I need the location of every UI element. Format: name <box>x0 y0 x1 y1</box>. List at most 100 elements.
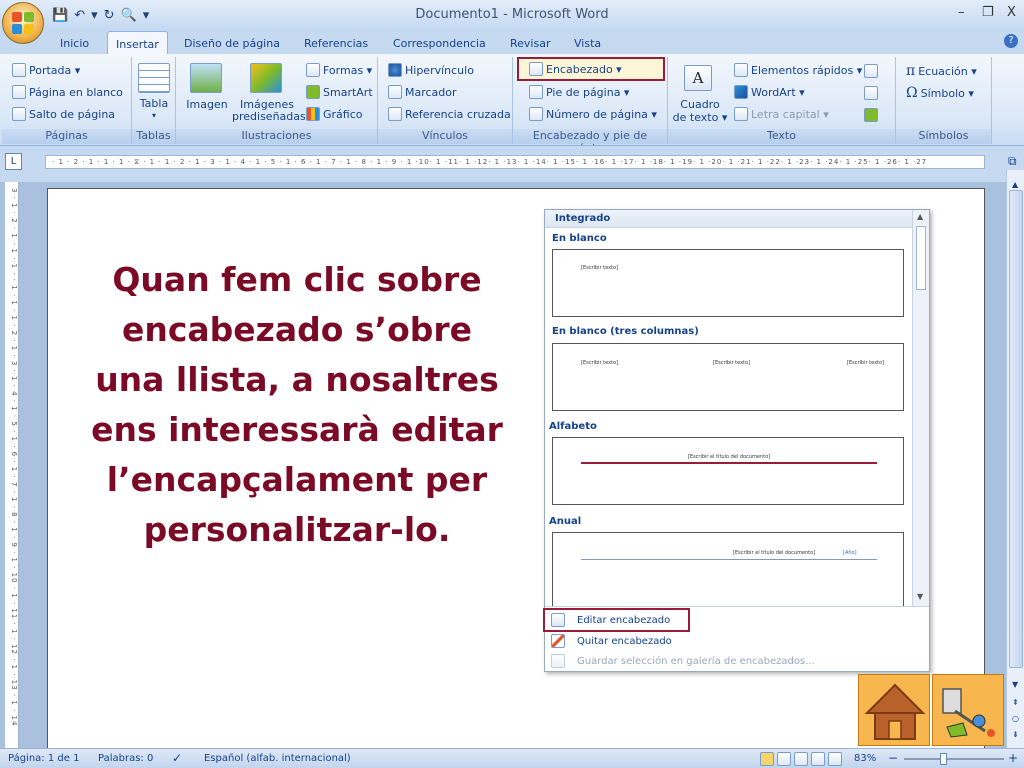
object-icon[interactable] <box>864 108 878 122</box>
placeholder-text: [Año] <box>843 550 857 556</box>
clipart-icon[interactable] <box>250 63 282 93</box>
cuadro-texto-label2[interactable]: de texto ▾ <box>670 112 730 124</box>
zoom-slider-thumb[interactable] <box>940 753 947 765</box>
web-layout-icon[interactable] <box>794 752 808 766</box>
tab-diseno-pagina[interactable]: Diseño de página <box>176 34 288 54</box>
bookmark-icon <box>388 85 402 99</box>
gallery-scroll-down-icon[interactable]: ▼ <box>917 592 923 601</box>
header-option-anual[interactable]: [Escribir el título del documento] [Año] <box>552 532 904 606</box>
tab-inicio[interactable]: Inicio <box>52 34 97 54</box>
horizontal-ruler[interactable]: · 1 · 2 · 1 · 1 · 1 · ⧖ · 1 · 1 · 2 · 1 … <box>45 155 985 169</box>
cover-page-icon <box>12 63 26 77</box>
portada-button[interactable]: Portada ▾ <box>12 63 80 77</box>
chart-icon <box>306 107 320 121</box>
textbox-icon[interactable]: A <box>684 65 712 91</box>
draft-icon[interactable] <box>828 752 842 766</box>
minimize-button[interactable]: – <box>958 5 965 20</box>
print-layout-icon[interactable] <box>760 752 774 766</box>
tab-correspondencia[interactable]: Correspondencia <box>385 34 494 54</box>
scroll-down-icon[interactable]: ▼ <box>1012 680 1018 689</box>
tools-clipart-icon <box>942 688 995 738</box>
close-button[interactable]: X <box>1007 5 1016 20</box>
quitar-encabezado-item[interactable]: Quitar encabezado <box>551 634 672 648</box>
smartart-button[interactable]: SmartArt <box>306 85 373 99</box>
office-button[interactable] <box>2 2 44 44</box>
header-option-tres-columnas[interactable]: [Escribir texto] [Escribir texto] [Escri… <box>552 343 904 411</box>
imagen-label[interactable]: Imagen <box>182 99 232 111</box>
outline-icon[interactable] <box>811 752 825 766</box>
gallery-scroll-up-icon[interactable]: ▲ <box>917 212 923 221</box>
zoom-level[interactable]: 83% <box>854 753 876 764</box>
zoom-out-button[interactable]: − <box>888 751 898 765</box>
word-count-status[interactable]: Palabras: 0 <box>98 753 153 764</box>
gallery-scroll-thumb[interactable] <box>916 226 926 290</box>
scroll-up-icon[interactable]: ▲ <box>1012 180 1018 189</box>
zoom-in-button[interactable]: + <box>1008 751 1018 765</box>
tab-referencias[interactable]: Referencias <box>296 34 376 54</box>
page-count-status[interactable]: Página: 1 de 1 <box>8 753 79 764</box>
numero-pagina-button[interactable]: Número de página ▾ <box>529 107 657 121</box>
letra-capital-button[interactable]: Letra capital ▾ <box>734 107 829 121</box>
gallery-scrollbar[interactable]: ▲ ▼ <box>912 210 929 606</box>
marcador-button[interactable]: Marcador <box>388 85 457 99</box>
pie-pagina-button[interactable]: Pie de página ▾ <box>529 85 629 99</box>
blank-page-icon <box>12 85 26 99</box>
signature-line-icon[interactable] <box>864 64 878 78</box>
formas-button[interactable]: Formas ▾ <box>306 63 372 77</box>
zoom-slider[interactable] <box>904 758 1004 760</box>
wordart-button[interactable]: WordArt ▾ <box>734 85 805 99</box>
group-label: Texto <box>668 129 895 144</box>
salto-pagina-button[interactable]: Salto de página <box>12 107 115 121</box>
group-tablas: Tabla ▾ Tablas <box>132 57 176 144</box>
ecuacion-button[interactable]: π Ecuación ▾ <box>906 63 977 79</box>
image-icon[interactable] <box>190 63 222 93</box>
status-bar: Página: 1 de 1 Palabras: 0 ✓ Español (al… <box>0 748 1024 768</box>
simbolo-button[interactable]: Ω Símbolo ▾ <box>906 85 974 101</box>
group-texto: A Cuadro de texto ▾ Elementos rápidos ▾ … <box>668 57 896 144</box>
elementos-rapidos-button[interactable]: Elementos rápidos ▾ <box>734 63 862 77</box>
language-status[interactable]: Español (alfab. internacional) <box>204 753 351 764</box>
proofing-check-icon[interactable]: ✓ <box>172 751 182 765</box>
grafico-button[interactable]: Gráfico <box>306 107 363 121</box>
gallery-section-title: En blanco (tres columnas) <box>552 326 699 337</box>
tabla-dropdown-icon[interactable]: ▾ <box>132 110 176 122</box>
scroll-thumb[interactable] <box>1009 190 1023 668</box>
header-icon <box>529 62 543 76</box>
table-icon[interactable] <box>138 63 170 93</box>
tab-selector[interactable]: L <box>5 153 22 170</box>
header-option-en-blanco[interactable]: [Escribir texto] <box>552 249 904 317</box>
tabla-label[interactable]: Tabla <box>132 98 176 110</box>
home-nav-button[interactable] <box>858 674 930 746</box>
tab-revisar[interactable]: Revisar <box>502 34 558 54</box>
next-page-icon[interactable]: ⇟ <box>1012 730 1019 739</box>
page-number-icon <box>529 107 543 121</box>
wordart-icon <box>734 85 748 99</box>
alfabeto-rule <box>581 462 877 464</box>
pagina-blanco-button[interactable]: Página en blanco <box>12 85 123 99</box>
vertical-scrollbar[interactable]: ▲ ▼ ⇞ ○ ⇟ <box>1006 170 1024 748</box>
header-option-alfabeto[interactable]: [Escribir el título del documento] <box>552 437 904 505</box>
tab-vista[interactable]: Vista <box>566 34 609 54</box>
view-ruler-icon[interactable]: ⧉ <box>1008 154 1017 169</box>
restore-button[interactable]: ❐ <box>982 5 994 20</box>
browse-object-icon[interactable]: ○ <box>1012 714 1019 723</box>
cuadro-texto-label[interactable]: Cuadro <box>670 99 730 111</box>
full-screen-reading-icon[interactable] <box>777 752 791 766</box>
tab-insertar[interactable]: Insertar <box>107 31 168 55</box>
previous-page-icon[interactable]: ⇞ <box>1012 698 1019 707</box>
referencia-cruzada-button[interactable]: Referencia cruzada <box>388 107 511 121</box>
editar-encabezado-item[interactable]: Editar encabezado <box>543 608 690 632</box>
prediseñadas-label[interactable]: prediseñadas <box>232 111 306 123</box>
tools-nav-button[interactable] <box>932 674 1004 746</box>
guardar-seleccion-item[interactable]: Guardar selección en galería de encabeza… <box>551 654 815 668</box>
hipervinculo-button[interactable]: Hipervínculo <box>388 63 474 77</box>
help-icon[interactable]: ? <box>1004 34 1018 48</box>
slide-explanation-text: Quan fem clic sobre encabezado s’obre un… <box>91 260 503 549</box>
pi-icon: π <box>906 63 916 79</box>
encabezado-button[interactable]: Encabezado ▾ <box>517 57 665 81</box>
vertical-ruler[interactable]: 3 · 1 · 2 · 1 · 1 · 1 · · 1 · 1 · 1 · 2 … <box>5 182 19 748</box>
group-label: Tablas <box>132 129 175 144</box>
anual-rule <box>581 559 877 560</box>
date-time-icon[interactable] <box>864 86 878 100</box>
gallery-section-title: Anual <box>549 516 582 527</box>
